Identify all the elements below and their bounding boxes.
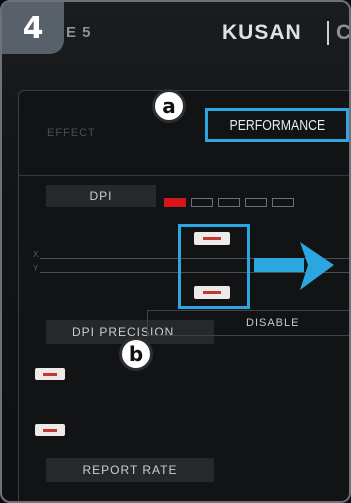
callout-b: b [119,337,153,371]
left-slider-handle-bottom[interactable] [35,424,65,436]
dpi-level-5[interactable] [272,198,294,207]
screenshot-frame: 4 E 5 KUSAN C EFFECT PERFORMANCE a DPI X… [0,0,351,503]
header-separator [327,21,329,45]
tab-performance[interactable]: PERFORMANCE [205,108,349,142]
top-bar: E 5 KUSAN C [64,2,349,68]
dpi-precision-value: DISABLE [246,317,300,329]
dpi-level-1[interactable] [164,198,186,207]
axis-x-label: X [33,250,39,259]
top-tab-fragment[interactable]: E 5 [66,24,92,41]
tab-performance-label: PERFORMANCE [229,116,325,134]
axis-y-label: Y [33,264,39,273]
arrow-right-icon [254,240,336,297]
tab-effect[interactable]: EFFECT [47,127,96,139]
left-slider-handle-top[interactable] [35,368,65,380]
dpi-level-4[interactable] [245,198,267,207]
top-tab-fragment-right[interactable]: C [336,21,349,45]
dpi-level-indicators [164,198,294,207]
dpi-level-3[interactable] [218,198,240,207]
dpi-level-2[interactable] [191,198,213,207]
step-number-badge: 4 [2,2,64,54]
product-name: KUSAN [222,21,302,44]
dpi-precision-dropdown[interactable]: DISABLE [147,310,349,336]
dpi-slider-highlight [178,224,250,309]
report-rate-label: REPORT RATE [46,458,214,482]
callout-a: a [152,89,186,123]
dpi-label: DPI [46,185,156,207]
